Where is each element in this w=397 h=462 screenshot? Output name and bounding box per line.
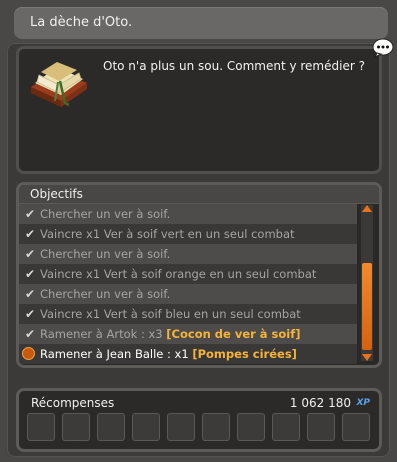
objectives-header: Objectifs <box>19 185 379 204</box>
dialog-text: Oto n'a plus un sou. Comment y remédier … <box>103 59 365 73</box>
active-objective-icon <box>22 347 35 360</box>
objective-text: Vaincre x1 Vert à soif bleu en un seul c… <box>40 307 301 321</box>
objective-row[interactable]: ✔ Ramener à Artok : x3 [Cocon de ver à s… <box>19 324 357 344</box>
objectives-scrollbar[interactable] <box>361 205 373 361</box>
scroll-down-icon[interactable] <box>362 354 372 361</box>
reward-slot[interactable] <box>132 413 160 441</box>
xp-value: 1 062 180 <box>289 396 351 410</box>
objective-text-main: Ramener à Jean Balle : x1 <box>40 347 193 361</box>
reward-slot[interactable] <box>237 413 265 441</box>
checkmark-icon: ✔ <box>24 227 36 241</box>
objectives-list: ✔ Chercher un ver à soif. ✔ Vaincre x1 V… <box>19 204 357 364</box>
objective-text: Chercher un ver à soif. <box>40 287 171 301</box>
rewards-label: Récompenses <box>31 396 115 410</box>
objective-row[interactable]: ✔ Vaincre x1 Vert à soif bleu en un seul… <box>19 304 357 324</box>
objective-text: Vaincre x1 Vert à soif orange en un seul… <box>40 267 317 281</box>
objective-text: Chercher un ver à soif. <box>40 207 171 221</box>
quest-book-icon <box>31 62 87 107</box>
checkmark-icon: ✔ <box>24 327 36 341</box>
reward-slot[interactable] <box>307 413 335 441</box>
scroll-up-icon[interactable] <box>362 205 372 212</box>
reward-slot[interactable] <box>62 413 90 441</box>
scroll-thumb[interactable] <box>362 263 372 350</box>
objectives-title: Objectifs <box>30 187 83 201</box>
objective-row-active[interactable]: Ramener à Jean Balle : x1 [Pompes cirées… <box>19 344 357 364</box>
objective-row[interactable]: ✔ Vaincre x1 Vert à soif orange en un se… <box>19 264 357 284</box>
item-link[interactable]: [Cocon de ver à soif] <box>166 327 300 341</box>
xp-unit: XP <box>356 398 370 408</box>
objective-text: Ramener à Artok : x3 [Cocon de ver à soi… <box>40 324 301 344</box>
checkmark-icon: ✔ <box>24 287 36 301</box>
rewards-panel: Récompenses 1 062 180 XP <box>16 388 382 452</box>
reward-slot[interactable] <box>97 413 125 441</box>
objective-text: Ramener à Jean Balle : x1 [Pompes cirées… <box>40 344 297 364</box>
dialog-box: Oto n'a plus un sou. Comment y remédier … <box>16 46 382 174</box>
objectives-panel: Objectifs ✔ Chercher un ver à soif. ✔ Va… <box>16 182 382 368</box>
item-link[interactable]: [Pompes cirées] <box>192 347 297 361</box>
window-title: La dèche d'Oto. <box>30 15 133 30</box>
objective-row[interactable]: ✔ Chercher un ver à soif. <box>19 204 357 224</box>
checkmark-icon: ✔ <box>24 207 36 221</box>
objective-row[interactable]: ✔ Chercher un ver à soif. <box>19 284 357 304</box>
checkmark-icon: ✔ <box>24 247 36 261</box>
objective-text-main: Ramener à Artok : x3 <box>40 327 167 341</box>
reward-slot[interactable] <box>342 413 370 441</box>
window-title-bar: La dèche d'Oto. <box>14 7 388 39</box>
objective-text: Chercher un ver à soif. <box>40 247 171 261</box>
reward-slot[interactable] <box>27 413 55 441</box>
speech-bubble-icon[interactable] <box>372 38 394 58</box>
reward-slot[interactable] <box>167 413 195 441</box>
checkmark-icon: ✔ <box>24 307 36 321</box>
objective-text: Vaincre x1 Ver à soif vert en un seul co… <box>40 227 295 241</box>
objective-row[interactable]: ✔ Vaincre x1 Ver à soif vert en un seul … <box>19 224 357 244</box>
objective-row[interactable]: ✔ Chercher un ver à soif. <box>19 244 357 264</box>
reward-slot[interactable] <box>202 413 230 441</box>
reward-slot[interactable] <box>272 413 300 441</box>
checkmark-icon: ✔ <box>24 267 36 281</box>
